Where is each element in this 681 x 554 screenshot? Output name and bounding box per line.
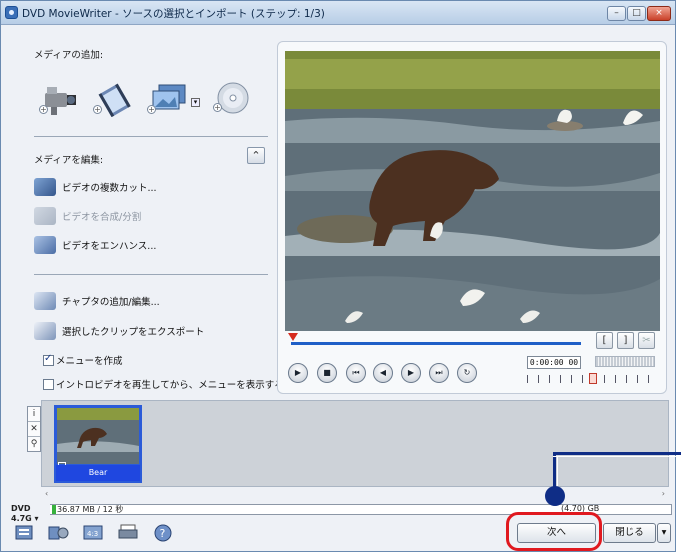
- info-icon[interactable]: i: [28, 407, 40, 422]
- enhance-video-label: ビデオをエンハンス...: [62, 241, 157, 252]
- stop-icon[interactable]: ■: [317, 363, 337, 383]
- next-button-highlight: [506, 512, 602, 551]
- multi-trim-label: ビデオの複数カット...: [62, 183, 157, 194]
- window-title: DVD MovieWriter - ソースの選択とインポート (ステップ: 1/…: [22, 8, 325, 20]
- previous-frame-icon[interactable]: ◀: [373, 363, 393, 383]
- chevron-down-icon[interactable]: ▾: [191, 98, 200, 107]
- preferences-gear-icon[interactable]: [48, 524, 69, 542]
- project-settings-icon[interactable]: [15, 524, 35, 542]
- callout-line-highlight: [553, 456, 681, 457]
- scissors-icon[interactable]: ✂: [638, 332, 655, 349]
- minimize-button[interactable]: –: [607, 6, 626, 21]
- project-properties-icon[interactable]: 4:3: [83, 524, 103, 542]
- maximize-button[interactable]: □: [627, 6, 646, 21]
- delete-icon[interactable]: ✕: [28, 422, 40, 437]
- close-window-button[interactable]: ×: [647, 6, 671, 21]
- title-bar: DVD MovieWriter - ソースの選択とインポート (ステップ: 1/…: [1, 1, 675, 25]
- close-button[interactable]: 閉じる: [603, 523, 656, 543]
- import-disc-icon[interactable]: +: [211, 81, 251, 117]
- clip-thumbnail-image: [57, 408, 139, 464]
- video-preview: [285, 51, 660, 331]
- enhance-video-item[interactable]: ビデオをエンハンス...: [34, 235, 156, 255]
- add-edit-chapters-item[interactable]: チャプタの追加/編集...: [34, 291, 160, 311]
- seek-handle[interactable]: [288, 333, 298, 341]
- go-to-start-icon[interactable]: ⏮: [346, 363, 366, 383]
- export-clip-item[interactable]: 選択したクリップをエクスポート: [34, 321, 204, 341]
- edit-media-label: メディアを編集:: [34, 155, 104, 166]
- zoom-icon[interactable]: ⚲: [28, 437, 40, 452]
- help-icon[interactable]: ?: [153, 524, 173, 542]
- repeat-icon[interactable]: ↻: [457, 363, 477, 383]
- callout-line-highlight: [557, 456, 558, 486]
- intro-video-label: イントロビデオを再生してから、メニューを表示する: [56, 380, 284, 391]
- export-icon: [34, 322, 56, 340]
- plus-icon: +: [213, 103, 222, 112]
- enhance-video-icon: [34, 236, 56, 254]
- callout-line: [553, 452, 681, 455]
- clip-name: Bear: [56, 465, 140, 481]
- disc-type-label: DVD 4.7G: [11, 504, 32, 523]
- library-scrollbar[interactable]: ‹ ›: [41, 489, 669, 498]
- app-window: DVD MovieWriter - ソースの選択とインポート (ステップ: 1/…: [0, 0, 676, 552]
- merge-split-icon: [34, 207, 56, 225]
- plus-icon: +: [147, 105, 156, 114]
- merge-split-label: ビデオを合成/分割: [62, 212, 142, 223]
- capture-video-camera-icon[interactable]: +: [39, 81, 81, 117]
- svg-text:4:3: 4:3: [87, 530, 98, 538]
- insert-image-icon[interactable]: +: [147, 81, 189, 117]
- mark-out-button[interactable]: ]: [617, 332, 634, 349]
- export-label: 選択したクリップをエクスポート: [62, 327, 205, 338]
- go-to-end-icon[interactable]: ⏭: [429, 363, 449, 383]
- library-toolbar: i ✕ ⚲: [27, 406, 41, 452]
- disc-type-dropdown[interactable]: DVD 4.7G ▾: [9, 504, 50, 523]
- multi-trim-icon: [34, 178, 56, 196]
- add-media-label: メディアの追加:: [34, 50, 104, 61]
- scroll-left-icon[interactable]: ‹: [45, 489, 48, 498]
- scroll-right-icon[interactable]: ›: [662, 489, 665, 498]
- intro-video-checkbox[interactable]: [43, 378, 54, 390]
- zoom-ruler[interactable]: [527, 373, 657, 384]
- svg-text:?: ?: [160, 527, 166, 540]
- used-size-label: 36.87 MB / 12 秒: [57, 505, 124, 514]
- multi-trim-video-item[interactable]: ビデオの複数カット...: [34, 177, 157, 197]
- seek-bar[interactable]: [291, 337, 581, 345]
- create-menu-option[interactable]: メニューを作成: [43, 350, 123, 370]
- capacity-used-fill: [52, 505, 56, 514]
- insert-video-file-icon[interactable]: +: [93, 81, 135, 118]
- create-menu-checkbox[interactable]: [43, 353, 54, 366]
- clip-thumbnail[interactable]: Bear: [54, 405, 142, 483]
- timecode-display[interactable]: 0:00:00 00: [527, 356, 581, 369]
- dvd-app-icon: [5, 6, 18, 19]
- intro-video-option[interactable]: イントロビデオを再生してから、メニューを表示する: [43, 374, 284, 394]
- print-icon[interactable]: [118, 524, 138, 542]
- divider: [34, 274, 268, 275]
- merge-split-video-item: ビデオを合成/分割: [34, 206, 141, 226]
- mark-in-button[interactable]: [: [596, 332, 613, 349]
- chapters-label: チャプタの追加/編集...: [62, 297, 160, 308]
- callout-marker: [545, 486, 565, 506]
- plus-icon: +: [93, 105, 102, 114]
- ruler-handle[interactable]: [589, 373, 597, 384]
- next-frame-icon[interactable]: ▶: [401, 363, 421, 383]
- callout-line: [553, 452, 556, 488]
- close-options-dropdown[interactable]: ▾: [657, 523, 671, 543]
- chapter-icon: [34, 292, 56, 310]
- play-icon[interactable]: ▶: [288, 363, 308, 383]
- volume-slider[interactable]: [595, 356, 655, 367]
- collapse-section-button[interactable]: ⌃: [247, 147, 265, 164]
- divider: [34, 136, 268, 137]
- plus-icon: +: [39, 105, 48, 114]
- create-menu-label: メニューを作成: [56, 356, 123, 367]
